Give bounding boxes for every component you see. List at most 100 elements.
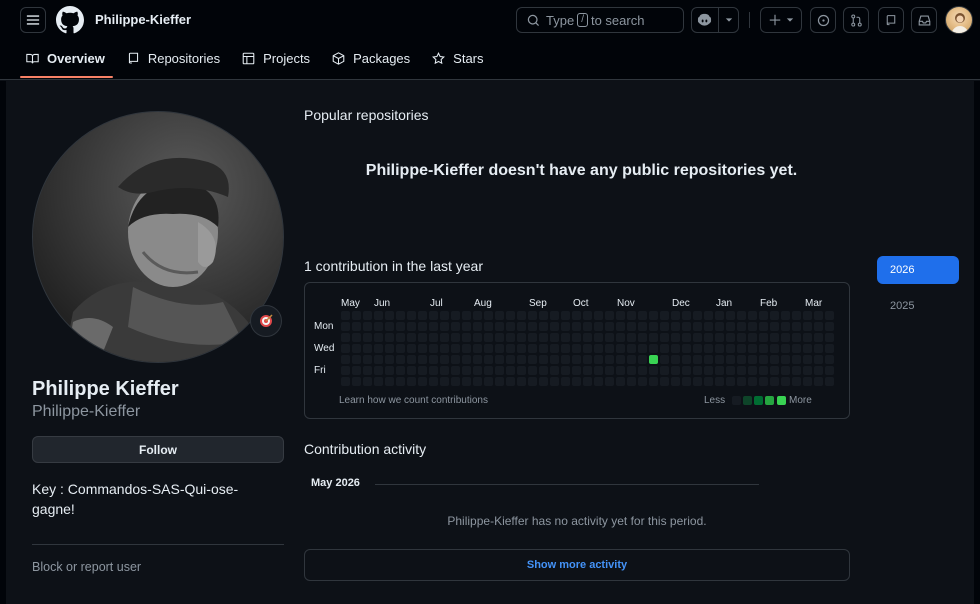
contribution-day[interactable] <box>506 366 515 375</box>
contribution-day[interactable] <box>561 377 570 386</box>
contribution-day[interactable] <box>506 355 515 364</box>
contribution-day[interactable] <box>682 333 691 342</box>
contribution-day[interactable] <box>528 366 537 375</box>
contribution-day[interactable] <box>473 311 482 320</box>
contribution-day[interactable] <box>715 344 724 353</box>
contribution-day[interactable] <box>792 333 801 342</box>
contribution-day[interactable] <box>572 344 581 353</box>
contribution-day[interactable] <box>594 377 603 386</box>
contribution-day[interactable] <box>605 344 614 353</box>
user-avatar-button[interactable] <box>945 6 973 34</box>
contribution-day[interactable] <box>363 311 372 320</box>
contribution-day[interactable] <box>451 377 460 386</box>
contribution-day[interactable] <box>583 366 592 375</box>
contribution-day[interactable] <box>616 322 625 331</box>
contribution-day[interactable] <box>451 311 460 320</box>
contribution-day[interactable] <box>341 322 350 331</box>
contribution-day[interactable] <box>363 333 372 342</box>
contribution-day[interactable] <box>440 344 449 353</box>
contribution-day[interactable] <box>561 333 570 342</box>
contribution-day[interactable] <box>495 366 504 375</box>
contribution-day[interactable] <box>726 377 735 386</box>
contribution-day[interactable] <box>396 377 405 386</box>
block-report-link[interactable]: Block or report user <box>32 560 141 574</box>
contribution-day[interactable] <box>462 366 471 375</box>
contribution-day[interactable] <box>517 322 526 331</box>
contribution-day[interactable] <box>385 377 394 386</box>
contribution-day[interactable] <box>352 322 361 331</box>
contribution-day[interactable] <box>374 311 383 320</box>
contribution-day[interactable] <box>473 322 482 331</box>
contribution-day[interactable] <box>396 344 405 353</box>
contribution-day[interactable] <box>770 344 779 353</box>
contribution-day[interactable] <box>726 366 735 375</box>
contribution-day[interactable] <box>781 377 790 386</box>
contribution-day[interactable] <box>451 322 460 331</box>
contribution-day[interactable] <box>429 344 438 353</box>
contribution-day[interactable] <box>385 355 394 364</box>
contribution-day[interactable] <box>440 366 449 375</box>
contribution-day[interactable] <box>572 322 581 331</box>
contribution-day[interactable] <box>649 355 658 364</box>
contribution-day[interactable] <box>473 344 482 353</box>
contribution-day[interactable] <box>704 355 713 364</box>
contribution-day[interactable] <box>726 344 735 353</box>
contribution-day[interactable] <box>660 311 669 320</box>
contribution-day[interactable] <box>484 322 493 331</box>
contribution-day[interactable] <box>748 322 757 331</box>
contribution-day[interactable] <box>671 344 680 353</box>
contribution-day[interactable] <box>506 377 515 386</box>
contribution-day[interactable] <box>649 344 658 353</box>
tab-repositories[interactable]: Repositories <box>121 40 228 76</box>
contribution-day[interactable] <box>506 322 515 331</box>
contribution-day[interactable] <box>649 333 658 342</box>
contribution-day[interactable] <box>385 311 394 320</box>
create-new-button[interactable] <box>760 7 802 33</box>
contribution-day[interactable] <box>407 344 416 353</box>
contribution-day[interactable] <box>539 333 548 342</box>
contribution-day[interactable] <box>792 355 801 364</box>
contribution-day[interactable] <box>484 355 493 364</box>
contribution-day[interactable] <box>506 311 515 320</box>
contribution-day[interactable] <box>440 322 449 331</box>
contribution-day[interactable] <box>825 377 834 386</box>
contribution-day[interactable] <box>495 377 504 386</box>
contribution-day[interactable] <box>484 377 493 386</box>
contribution-day[interactable] <box>660 355 669 364</box>
contribution-day[interactable] <box>759 322 768 331</box>
tab-packages[interactable]: Packages <box>326 40 418 76</box>
contribution-day[interactable] <box>693 333 702 342</box>
contribution-day[interactable] <box>341 344 350 353</box>
contribution-day[interactable] <box>429 311 438 320</box>
contribution-day[interactable] <box>825 344 834 353</box>
contribution-day[interactable] <box>528 322 537 331</box>
contribution-day[interactable] <box>440 333 449 342</box>
contribution-day[interactable] <box>704 344 713 353</box>
contribution-day[interactable] <box>429 377 438 386</box>
contribution-day[interactable] <box>781 344 790 353</box>
show-more-activity-button[interactable]: Show more activity <box>304 549 850 581</box>
contribution-day[interactable] <box>572 355 581 364</box>
contribution-day[interactable] <box>638 377 647 386</box>
contribution-day[interactable] <box>374 333 383 342</box>
contribution-day[interactable] <box>605 333 614 342</box>
contribution-day[interactable] <box>748 366 757 375</box>
contribution-day[interactable] <box>363 377 372 386</box>
contribution-day[interactable] <box>627 355 636 364</box>
contribution-day[interactable] <box>352 333 361 342</box>
contribution-day[interactable] <box>605 366 614 375</box>
contribution-day[interactable] <box>781 333 790 342</box>
contribution-day[interactable] <box>803 322 812 331</box>
contribution-day[interactable] <box>715 322 724 331</box>
contribution-day[interactable] <box>517 311 526 320</box>
contribution-day[interactable] <box>726 333 735 342</box>
contribution-day[interactable] <box>363 322 372 331</box>
contribution-day[interactable] <box>814 322 823 331</box>
contribution-day[interactable] <box>671 377 680 386</box>
learn-contributions-link[interactable]: Learn how we count contributions <box>339 395 488 406</box>
contribution-day[interactable] <box>550 322 559 331</box>
contribution-day[interactable] <box>539 344 548 353</box>
contribution-day[interactable] <box>561 311 570 320</box>
contribution-day[interactable] <box>528 355 537 364</box>
contribution-day[interactable] <box>781 366 790 375</box>
